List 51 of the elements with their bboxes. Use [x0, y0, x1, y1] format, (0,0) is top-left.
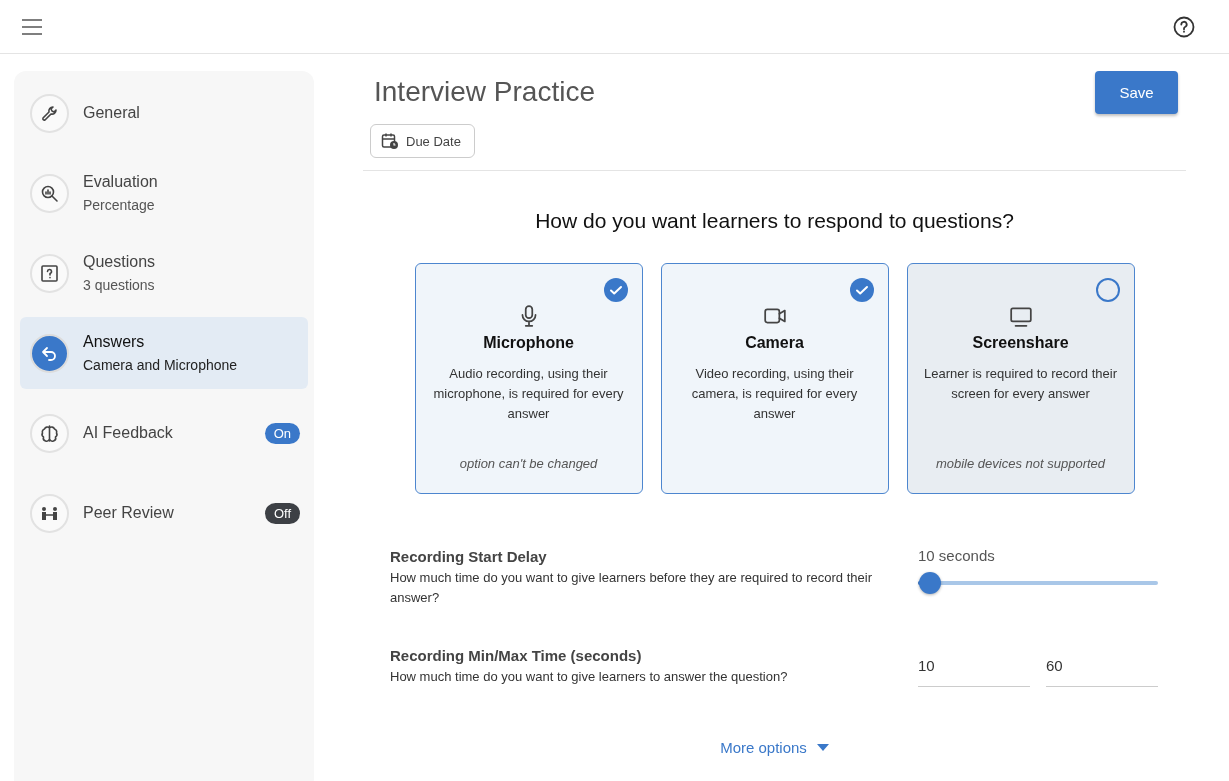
option-card[interactable]: Microphone Audio recording, using their microphone, is required for every answer option can't be changed — [414, 263, 643, 494]
help-icon[interactable] — [1173, 15, 1195, 38]
menu-icon[interactable] — [21, 17, 43, 36]
sidebar-item-title: Answers — [83, 333, 146, 351]
save-button[interactable]: Save — [1095, 71, 1178, 114]
monitor-icon — [1008, 304, 1033, 328]
sidebar-item[interactable]: Questions 3 questions — [20, 237, 308, 309]
calendar-clock-icon — [381, 132, 399, 150]
option-note: option can't be changed — [458, 456, 599, 471]
question-square-icon — [39, 262, 60, 284]
checkmark-icon[interactable] — [849, 278, 874, 302]
sidebar-item[interactable]: Evaluation Percentage — [20, 157, 308, 229]
status-badge: Off — [264, 502, 300, 524]
question-heading: How do you want learners to respond to questions? — [534, 209, 1015, 233]
sidebar-item-title: AI Feedback — [83, 424, 174, 442]
sidebar-item-title: Peer Review — [83, 504, 175, 522]
option-card[interactable]: Screenshare Learner is required to record their screen for every answer mobile devices not supported — [906, 263, 1135, 494]
caret-icon — [816, 744, 829, 751]
sidebar-item[interactable]: General — [20, 77, 308, 149]
page-title: Interview Practice — [374, 76, 595, 109]
sidebar-item[interactable]: Peer Review Off — [20, 477, 308, 549]
option-card[interactable]: Camera Video recording, using their camera, is required for every answer — [660, 263, 889, 494]
checkmark-icon[interactable] — [603, 278, 628, 302]
sidebar-item-subtitle: Percentage — [83, 197, 156, 213]
sidebar-item-subtitle: 3 questions — [83, 277, 156, 293]
setting-title: Recording Min/Max Time (seconds) — [390, 647, 643, 664]
option-description: Learner is required to record their screen for every answer — [923, 365, 1118, 403]
sidebar-item-title: Evaluation — [83, 173, 159, 191]
sidebar-item[interactable]: AI Feedback On — [20, 397, 308, 469]
sidebar-item-title: General — [83, 104, 141, 122]
brain-icon — [39, 422, 60, 444]
radio-circle-icon[interactable] — [1095, 278, 1120, 302]
status-badge: On — [264, 422, 300, 444]
option-title: Camera — [745, 334, 804, 352]
option-title: Screenshare — [972, 334, 1069, 352]
slider-reading: 10 seconds — [918, 547, 996, 564]
option-description: Audio recording, using their microphone, is required for every answer — [432, 365, 625, 423]
setting-title: Recording Start Delay — [390, 548, 548, 565]
due-date-button[interactable]: Due Date — [370, 124, 475, 158]
option-description: Video recording, using their camera, is required for every answer — [690, 365, 859, 423]
sidebar-item-title: Questions — [83, 253, 157, 271]
option-note: mobile devices not supported — [934, 456, 1107, 471]
sidebar-item-subtitle: Camera and Microphone — [83, 357, 239, 373]
sidebar-item[interactable]: Answers Camera and Microphone — [20, 317, 308, 389]
max-time-field[interactable]: 60 — [1046, 647, 1158, 687]
min-time-field[interactable]: 10 — [918, 647, 1030, 687]
option-title: Microphone — [483, 334, 574, 352]
setting-description: How much time do you want to give learners before they are required to record their answer? — [390, 569, 873, 607]
setting-description: How much time do you want to give learners to answer the question? — [390, 668, 789, 686]
more-options-link[interactable]: More options — [720, 739, 829, 756]
slider-thumb[interactable] — [919, 572, 941, 594]
